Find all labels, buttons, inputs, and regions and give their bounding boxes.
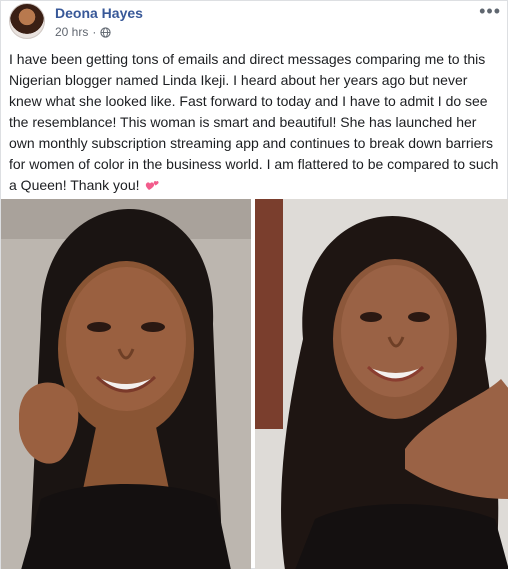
portrait-image-right	[255, 199, 508, 569]
post-meta: 20 hrs ·	[55, 25, 111, 39]
feed-post: Deona Hayes 20 hrs · ••• I have been get…	[0, 0, 508, 569]
post-photo-right[interactable]	[255, 199, 508, 569]
post-photo-left[interactable]	[1, 199, 251, 569]
post-header: Deona Hayes 20 hrs · •••	[1, 1, 507, 45]
portrait-image-left	[1, 199, 251, 569]
meta-separator: ·	[92, 25, 97, 39]
globe-icon[interactable]	[100, 26, 111, 38]
more-options-button[interactable]: •••	[479, 2, 501, 20]
post-timestamp[interactable]: 20 hrs	[55, 25, 88, 39]
post-body: I have been getting tons of emails and d…	[9, 49, 501, 196]
author-name-link[interactable]: Deona Hayes	[55, 5, 143, 21]
author-avatar[interactable]	[9, 3, 45, 39]
two-hearts-icon	[146, 181, 159, 190]
post-body-text: I have been getting tons of emails and d…	[9, 51, 499, 193]
